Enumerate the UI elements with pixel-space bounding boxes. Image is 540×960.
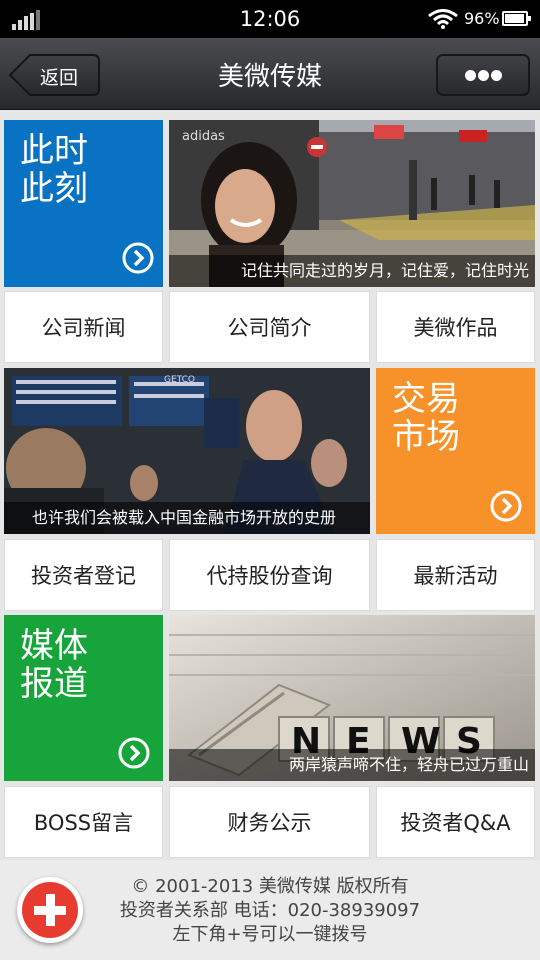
photo-caption: 也许我们会被载入中国金融市场开放的史册	[32, 508, 337, 527]
status-time: 12:06	[239, 7, 301, 31]
link-company-intro[interactable]: 公司简介	[169, 291, 370, 363]
trading-sign: GETCO	[164, 375, 195, 385]
plus-icon	[22, 882, 78, 938]
chevron-right-circle-icon	[118, 737, 150, 769]
link-share-query[interactable]: 代持股份查询	[169, 539, 370, 611]
battery-icon	[502, 11, 531, 26]
status-bar: 12:06 96%	[0, 0, 540, 38]
more-dots-icon	[465, 70, 476, 81]
link-investor-register[interactable]: 投资者登记	[4, 539, 163, 611]
photo-caption: 两岸猿声啼不住，轻舟已过万重山	[288, 755, 529, 774]
chevron-right-circle-icon	[490, 490, 522, 522]
link-investor-qa[interactable]: 投资者Q&A	[376, 786, 535, 858]
wifi-icon	[428, 9, 458, 29]
link-works[interactable]: 美微作品	[376, 291, 535, 363]
hint-text: 左下角+号可以一键拨号	[172, 924, 368, 945]
contact-text: 投资者关系部 电话：020-38939097	[119, 900, 421, 921]
feature-tile-now[interactable]: 此时 此刻	[4, 120, 163, 287]
more-button[interactable]	[436, 54, 530, 96]
feature-tile-media[interactable]: 媒体 报道	[4, 615, 163, 781]
feature-title-now: 此时 此刻	[20, 131, 88, 209]
feature-title-media: 媒体 报道	[20, 626, 88, 704]
shop-sign: adidas	[182, 129, 225, 144]
copyright-text: © 2001-2013 美微传媒 版权所有	[131, 876, 409, 897]
battery-percent: 96%	[464, 9, 500, 28]
feature-tile-market[interactable]: 交易 市场	[376, 368, 535, 534]
photo-tile-news[interactable]: NEWS 两岸猿声啼不住，轻舟已过万重山	[169, 615, 535, 781]
chevron-right-circle-icon	[122, 242, 154, 274]
link-company-news[interactable]: 公司新闻	[4, 291, 163, 363]
photo-tile-trading[interactable]: GETCO 也许我们会被载入中国金融市场开放的史册	[4, 368, 370, 534]
nav-bar: 返回 美微传媒	[0, 38, 540, 110]
link-latest-events[interactable]: 最新活动	[376, 539, 535, 611]
photo-caption: 记住共同走过的岁月，记住爱，记住时光	[240, 261, 529, 280]
photo-tile-street[interactable]: adidas 记住共同走过的岁月，记住爱，记住时光	[169, 120, 535, 287]
link-financial-disclosure[interactable]: 财务公示	[169, 786, 370, 858]
feature-title-market: 交易 市场	[392, 379, 460, 457]
footer: © 2001-2013 美微传媒 版权所有 投资者关系部 电话：020-3893…	[0, 860, 540, 960]
link-boss-message[interactable]: BOSS留言	[4, 786, 163, 858]
call-button[interactable]	[17, 877, 83, 943]
